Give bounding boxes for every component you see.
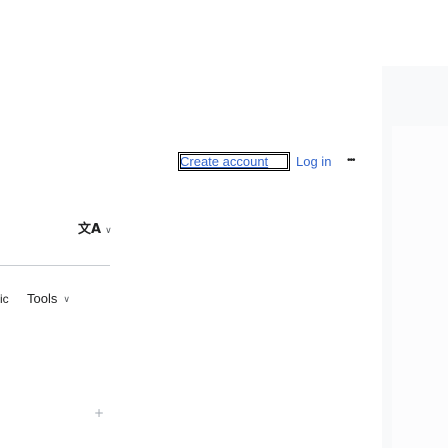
create-account-link[interactable]: Create account (178, 152, 290, 171)
login-link[interactable]: Log in (296, 153, 331, 170)
more-options-button[interactable]: ••• (347, 151, 361, 171)
tools-label: Tools (27, 291, 58, 306)
chevron-down-icon: ∨ (105, 225, 112, 235)
language-icon: 文A (78, 222, 102, 237)
tab-partial[interactable]: ic (0, 291, 9, 307)
language-selector-button[interactable]: 文A ∨ (78, 220, 112, 240)
page: Create account Log in ••• 文A ∨ ic Tools … (0, 0, 448, 448)
content-panel-body (392, 126, 448, 448)
tools-dropdown[interactable]: Tools ∨ (27, 290, 70, 308)
chevron-down-icon: ∨ (63, 294, 70, 304)
divider (0, 265, 110, 266)
plus-icon[interactable]: + (94, 407, 104, 419)
